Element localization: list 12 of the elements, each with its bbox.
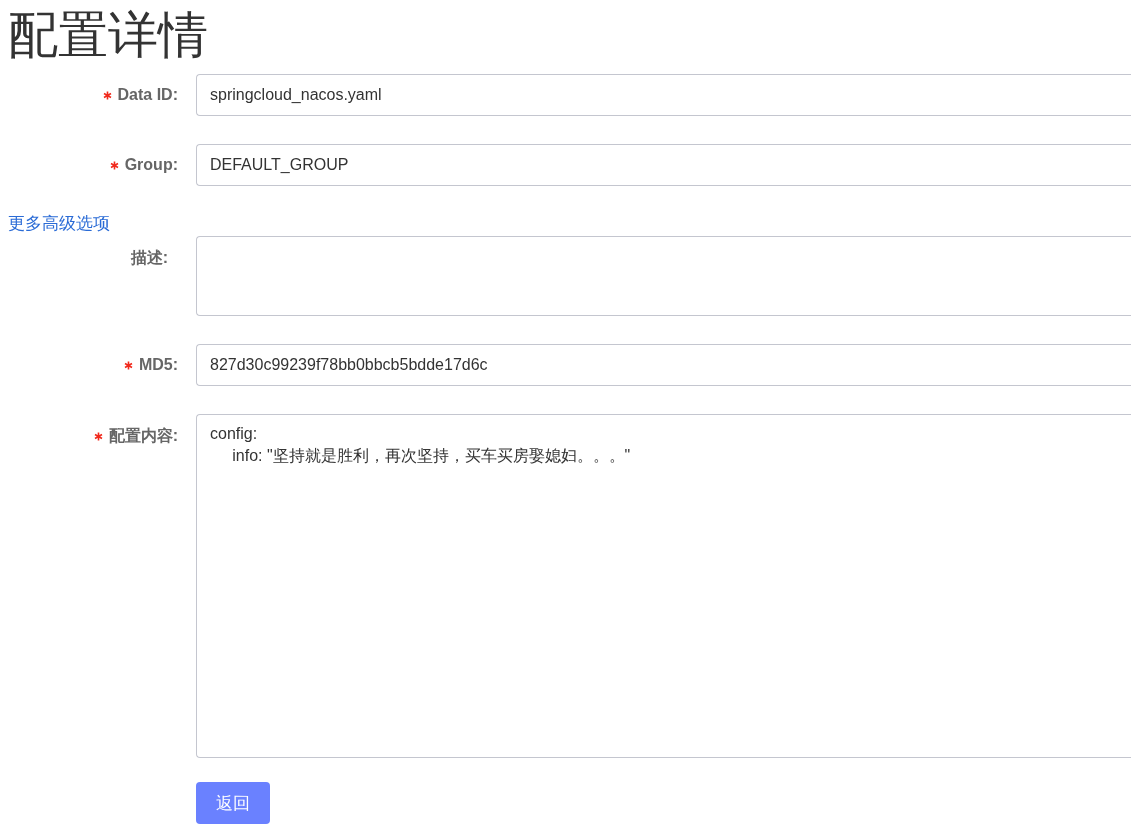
field-label: Group: bbox=[124, 156, 178, 174]
input-field[interactable]: springcloud_nacos.yaml bbox=[196, 74, 1131, 116]
field-label: 配置内容: bbox=[108, 425, 178, 446]
textarea-field[interactable] bbox=[196, 236, 1131, 316]
input-field[interactable]: DEFAULT_GROUP bbox=[196, 144, 1131, 186]
field-label: Data ID: bbox=[117, 86, 178, 104]
input-field[interactable]: 827d30c99239f78bb0bbcb5bdde17d6c bbox=[196, 344, 1131, 386]
page-title: 配置详情 bbox=[8, 6, 208, 65]
advanced-options-link[interactable]: 更多高级选项 bbox=[8, 214, 110, 233]
field-label: MD5: bbox=[138, 356, 178, 374]
config-content-editor[interactable]: config: info: "坚持就是胜利，再次坚持，买车买房娶媳妇。。。" bbox=[196, 414, 1131, 758]
field-label: 描述: bbox=[130, 247, 168, 268]
